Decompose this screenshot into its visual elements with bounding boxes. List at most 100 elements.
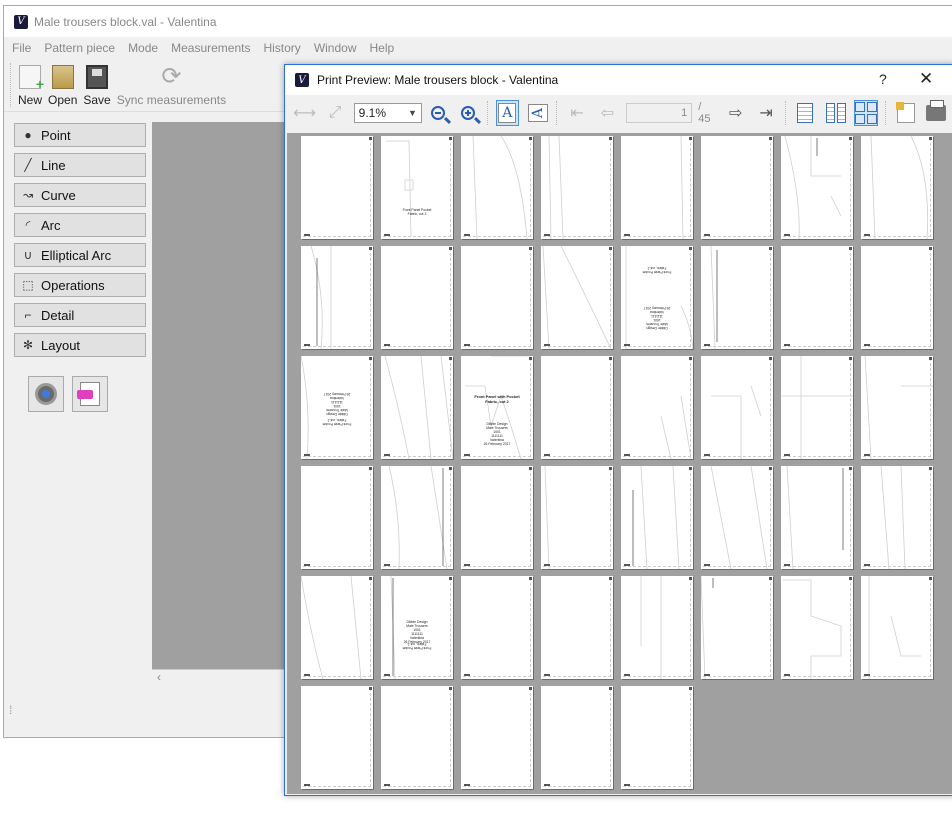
new-button[interactable]: New — [18, 59, 44, 107]
page-thumbnail[interactable]: Front Panel Pocket Fabric, cut 2 — [381, 136, 453, 239]
menu-history[interactable]: History — [263, 41, 300, 55]
tool-detail-button[interactable]: ⌐ Detail — [14, 303, 146, 327]
scroll-left-arrow-icon[interactable]: ‹ — [157, 670, 161, 684]
landscape-button[interactable]: A — [526, 100, 549, 126]
page-thumbnail[interactable] — [301, 686, 373, 789]
facing-pages-button[interactable] — [824, 100, 847, 126]
page-mark — [464, 674, 470, 676]
page-thumbnail[interactable] — [461, 686, 533, 789]
tool-arc-button[interactable]: ◜ Arc — [14, 213, 146, 237]
page-thumbnail[interactable] — [461, 246, 533, 349]
page-thumbnail[interactable] — [381, 466, 453, 569]
page-thumbnail[interactable] — [781, 576, 853, 679]
page-thumbnail[interactable] — [861, 136, 933, 239]
page-thumbnail[interactable] — [621, 686, 693, 789]
pattern-outline — [301, 576, 362, 679]
next-page-button[interactable]: ⇨ — [724, 100, 747, 126]
menu-file[interactable]: File — [12, 41, 31, 55]
page-thumbnail[interactable]: Front Panel with Pocket Fabric, cut 2 Dib… — [461, 356, 533, 459]
page-thumbnail[interactable] — [301, 466, 373, 569]
menu-mode[interactable]: Mode — [128, 41, 158, 55]
page-mark — [704, 344, 710, 346]
fit-width-button[interactable]: ⟷ — [293, 100, 316, 126]
preview-pages-area[interactable]: Front Panel Pocket Fabric, cut 2 Front Pa… — [287, 133, 952, 794]
sync-measurements-button[interactable]: ⟳ Sync measurements — [117, 59, 226, 108]
page-thumbnail[interactable] — [701, 136, 773, 239]
page-thumbnail[interactable] — [461, 576, 533, 679]
page-thumbnail[interactable] — [541, 466, 613, 569]
page-thumbnail[interactable] — [301, 246, 373, 349]
help-button[interactable]: ? — [879, 71, 887, 87]
tool-curve-button[interactable]: ↝ Curve — [14, 183, 146, 207]
page-thumbnail[interactable] — [461, 466, 533, 569]
all-pages-button[interactable] — [854, 100, 879, 126]
page-corner-mark — [929, 467, 932, 470]
menu-measurements[interactable]: Measurements — [171, 41, 250, 55]
print-button[interactable] — [925, 100, 948, 126]
zoom-in-button[interactable] — [456, 100, 479, 126]
tool-point-button[interactable]: ● Point — [14, 123, 146, 147]
page-thumbnail[interactable] — [861, 356, 933, 459]
single-page-button[interactable] — [794, 100, 817, 126]
page-thumbnail[interactable] — [701, 466, 773, 569]
tool-layout-button[interactable]: ✻ Layout — [14, 333, 146, 357]
page-thumbnail[interactable] — [861, 246, 933, 349]
fit-page-button[interactable]: ⤢ — [323, 100, 346, 126]
page-thumbnail[interactable] — [301, 136, 373, 239]
previous-page-button[interactable]: ⇦ — [596, 100, 619, 126]
page-thumbnail[interactable] — [381, 246, 453, 349]
export-layout-icon — [77, 382, 100, 406]
last-page-button[interactable]: ⇥ — [754, 100, 777, 126]
toolbar-handle[interactable] — [10, 63, 12, 107]
current-page-field[interactable]: 1 — [625, 103, 693, 123]
page-thumbnail[interactable]: Dibble Design Male Trousers 1001 1111111… — [381, 576, 453, 679]
page-thumbnail[interactable] — [541, 136, 613, 239]
page-thumbnail[interactable]: Front Panel Pocket Fabric, cut 2 Dibble D… — [621, 246, 693, 349]
canvas-horizontal-scrollbar[interactable]: ‹ — [152, 669, 292, 685]
export-layout-button[interactable] — [72, 376, 108, 412]
page-thumbnail[interactable] — [541, 356, 613, 459]
page-thumbnail[interactable] — [461, 136, 533, 239]
page-thumbnail[interactable] — [701, 576, 773, 679]
save-button[interactable]: Save — [83, 59, 111, 107]
page-thumbnail[interactable] — [781, 466, 853, 569]
open-button[interactable]: Open — [48, 59, 77, 107]
menu-help[interactable]: Help — [370, 41, 395, 55]
page-thumbnail[interactable] — [381, 356, 453, 459]
page-thumbnail[interactable] — [701, 246, 773, 349]
all-pages-icon — [855, 102, 878, 124]
page-thumbnail[interactable] — [381, 686, 453, 789]
page-thumbnail[interactable] — [541, 686, 613, 789]
layout-settings-gear-icon — [35, 383, 57, 405]
page-thumbnail[interactable] — [701, 356, 773, 459]
pattern-outline — [472, 136, 528, 239]
page-thumbnail[interactable] — [781, 356, 853, 459]
tool-line-button[interactable]: ╱ Line — [14, 153, 146, 177]
page-corner-mark — [529, 577, 532, 580]
page-thumbnail[interactable] — [621, 576, 693, 679]
zoom-select[interactable]: 9.1% ▼ — [353, 103, 422, 123]
page-thumbnail[interactable]: Dibble Design Male Trousers 1001 1111111… — [301, 356, 373, 459]
page-thumbnail[interactable] — [301, 576, 373, 679]
zoom-out-button[interactable] — [426, 100, 449, 126]
page-setup-button[interactable] — [894, 100, 917, 126]
drawing-canvas[interactable] — [152, 122, 292, 685]
pattern-outline — [542, 246, 612, 349]
page-thumbnail[interactable] — [621, 136, 693, 239]
portrait-button[interactable]: A — [495, 100, 519, 126]
tool-elliptical-arc-button[interactable]: ∪ Elliptical Arc — [14, 243, 146, 267]
tool-operations-button[interactable]: ⬚ Operations — [14, 273, 146, 297]
layout-settings-button[interactable] — [28, 376, 64, 412]
page-thumbnail[interactable] — [781, 136, 853, 239]
page-thumbnail[interactable] — [621, 356, 693, 459]
first-page-button[interactable]: ⇤ — [565, 100, 588, 126]
page-thumbnail[interactable] — [861, 576, 933, 679]
menu-window[interactable]: Window — [314, 41, 357, 55]
page-thumbnail[interactable] — [861, 466, 933, 569]
page-thumbnail[interactable] — [541, 576, 613, 679]
close-button[interactable]: ✕ — [919, 69, 933, 89]
page-thumbnail[interactable] — [541, 246, 613, 349]
page-thumbnail[interactable] — [781, 246, 853, 349]
menu-pattern-piece[interactable]: Pattern piece — [44, 41, 115, 55]
page-thumbnail[interactable] — [621, 466, 693, 569]
